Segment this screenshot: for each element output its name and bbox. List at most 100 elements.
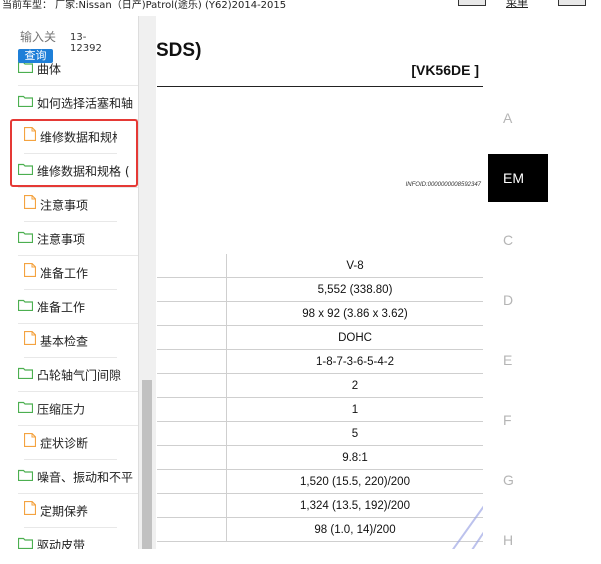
search-button[interactable]: 查询 xyxy=(18,49,53,63)
toolbar-icon-button-right[interactable] xyxy=(558,0,586,6)
tree-item-label: 曲体 xyxy=(37,62,62,77)
scrollbar-thumb[interactable] xyxy=(142,380,152,549)
spec-row: 1,520 (15.5, 220)/200 xyxy=(156,469,483,494)
section-tab-a[interactable]: A xyxy=(488,94,548,142)
tree-item-label: 准备工作 xyxy=(37,300,86,315)
file-icon xyxy=(24,324,37,357)
document-page: SDS) [VK56DE ] INFOID:0000000008592347 V… xyxy=(156,16,483,549)
tree-file-item[interactable]: 定期保养 xyxy=(24,494,117,528)
tree-view: 曲体 如何选择活塞和轴 维修数据和规格 维修数据和规格 (注意事项 注意事项 准备工作 准备… xyxy=(0,16,138,549)
spec-label-cell xyxy=(156,493,227,518)
tree-item-label: 如何选择活塞和轴 xyxy=(37,96,134,111)
spec-value-cell: 98 x 92 (3.86 x 3.62) xyxy=(226,301,483,326)
tree-item-label: 准备工作 xyxy=(40,266,89,281)
tree-file-item[interactable]: 症状诊断 xyxy=(24,426,117,460)
file-icon xyxy=(24,494,37,527)
folder-icon xyxy=(18,358,34,391)
tree-folder-item[interactable]: 维修数据和规格 ( xyxy=(18,154,138,188)
tree-item-label: 维修数据和规格 ( xyxy=(37,164,130,179)
spec-label-cell xyxy=(156,349,227,374)
folder-icon xyxy=(18,528,34,549)
tree-folder-item[interactable]: 压缩压力 xyxy=(18,392,138,426)
tree-folder-item[interactable]: 准备工作 xyxy=(18,290,138,324)
section-tab-c[interactable]: C xyxy=(488,216,548,264)
tree-file-item[interactable]: 准备工作 xyxy=(24,256,117,290)
top-bar: 当前车型： 厂家:Nissan（日产)Patrol(途乐) (Y62)2014-… xyxy=(0,0,601,16)
spec-label-cell xyxy=(156,517,227,542)
spec-label-cell xyxy=(156,254,227,278)
spec-value-cell: 1,520 (15.5, 220)/200 xyxy=(226,469,483,494)
tree-item-label: 凸轮轴气门间隙 xyxy=(37,368,122,383)
tree-folder-item[interactable]: 驱动皮带 xyxy=(18,528,138,549)
tree-item-label: 压缩压力 xyxy=(37,402,86,417)
engine-code: [VK56DE ] xyxy=(411,62,479,78)
folder-icon xyxy=(18,222,34,255)
section-tab-g[interactable]: G xyxy=(488,456,548,504)
info-id: INFOID:0000000008592347 xyxy=(405,182,481,188)
spec-row: 5,552 (338.80) xyxy=(156,277,483,302)
sidebar: 曲体 如何选择活塞和轴 维修数据和规格 维修数据和规格 (注意事项 注意事项 准备工作 准备… xyxy=(0,16,157,549)
spec-value-cell: V-8 xyxy=(226,254,483,278)
spec-value-cell: 1-8-7-3-6-5-4-2 xyxy=(226,349,483,374)
toolbar-icon-button-left[interactable] xyxy=(458,0,486,6)
spec-row: 9.8:1 xyxy=(156,445,483,470)
search-area: 查询 13-12392 xyxy=(18,24,138,63)
spec-label-cell xyxy=(156,397,227,422)
tree-file-item[interactable]: 基本检查 xyxy=(24,324,117,358)
tree-item-label: 症状诊断 xyxy=(40,436,89,451)
spec-value-cell: 98 (1.0, 14)/200 xyxy=(226,517,483,542)
spec-row: 1-8-7-3-6-5-4-2 xyxy=(156,349,483,374)
current-vehicle-label: 当前车型： 厂家:Nissan（日产)Patrol(途乐) (Y62)2014-… xyxy=(2,0,287,11)
folder-icon xyxy=(18,86,34,119)
spec-row: V-8 xyxy=(156,254,483,278)
folder-icon xyxy=(18,392,34,425)
tree-item-label: 维修数据和规格 xyxy=(40,130,117,145)
spec-row: 2 xyxy=(156,373,483,398)
tree-item-label: 注意事项 xyxy=(37,232,86,247)
tree-folder-item[interactable]: 噪音、振动和不平 xyxy=(18,460,138,494)
file-icon xyxy=(24,256,37,289)
spec-row: 1,324 (13.5, 192)/200 xyxy=(156,493,483,518)
spec-value-cell: 9.8:1 xyxy=(226,445,483,470)
spec-value-cell: 5 xyxy=(226,421,483,446)
tree-item-label: 基本检查 xyxy=(40,334,89,349)
section-tab-e[interactable]: E xyxy=(488,336,548,384)
file-icon xyxy=(24,120,37,153)
search-code: 13-12392 xyxy=(70,32,102,54)
tree-item-label: 注意事项 xyxy=(40,198,89,213)
section-tab-em[interactable]: EM xyxy=(488,154,548,202)
section-tab-d[interactable]: D xyxy=(488,276,548,324)
tree-folder-item[interactable]: 注意事项 xyxy=(18,222,138,256)
section-tab-f[interactable]: F xyxy=(488,396,548,444)
tree-item-label: 定期保养 xyxy=(40,504,89,519)
spec-label-cell xyxy=(156,373,227,398)
section-tab-h[interactable]: H xyxy=(488,516,548,564)
menu-link[interactable]: 菜单 xyxy=(506,0,528,11)
doc-section-title: SDS) xyxy=(156,40,202,61)
spec-row: 5 xyxy=(156,421,483,446)
file-icon xyxy=(24,426,37,459)
spec-row: DOHC xyxy=(156,325,483,350)
search-input[interactable] xyxy=(18,24,70,50)
folder-icon xyxy=(18,154,34,187)
header-rule xyxy=(156,86,483,87)
file-icon xyxy=(24,188,37,221)
spec-row: 98 x 92 (3.86 x 3.62) xyxy=(156,301,483,326)
spec-label-cell xyxy=(156,277,227,302)
tree-folder-item[interactable]: 凸轮轴气门间隙 xyxy=(18,358,138,392)
spec-value-cell: DOHC xyxy=(226,325,483,350)
spec-table: V-8 5,552 (338.80) 98 x 92 (3.86 x 3.62) DO… xyxy=(156,254,483,542)
spec-value-cell: 1,324 (13.5, 192)/200 xyxy=(226,493,483,518)
tree-file-item[interactable]: 维修数据和规格 xyxy=(24,120,117,154)
spec-label-cell xyxy=(156,421,227,446)
tree-item-label: 噪音、振动和不平 xyxy=(37,470,134,485)
spec-label-cell xyxy=(156,301,227,326)
tree-item-label: 驱动皮带 xyxy=(37,538,86,550)
spec-label-cell xyxy=(156,469,227,494)
tree-folder-item[interactable]: 如何选择活塞和轴 xyxy=(18,86,138,120)
spec-value-cell: 2 xyxy=(226,373,483,398)
spec-value-cell: 1 xyxy=(226,397,483,422)
tree-file-item[interactable]: 注意事项 xyxy=(24,188,117,222)
spec-row: 1 xyxy=(156,397,483,422)
spec-row: 98 (1.0, 14)/200 xyxy=(156,517,483,542)
